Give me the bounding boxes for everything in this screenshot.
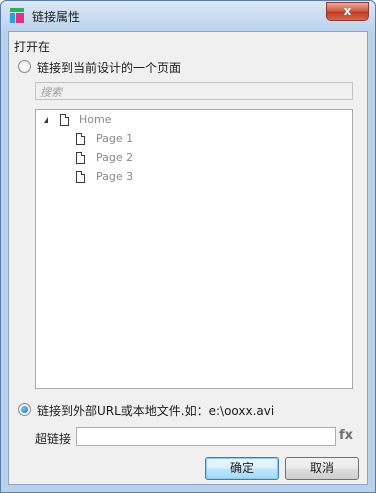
tree-item-page-1[interactable]: Page 1 xyxy=(76,130,196,148)
page-icon xyxy=(76,171,85,183)
dialog-title: 链接属性 xyxy=(32,10,81,24)
title-bar[interactable]: 链接属性 x xyxy=(1,1,375,31)
cancel-button[interactable]: 取消 xyxy=(285,457,359,480)
tree-item-page-2[interactable]: Page 2 xyxy=(76,149,196,167)
app-logo-icon xyxy=(10,8,24,23)
tree-item-label: Home xyxy=(79,113,112,126)
close-icon: x xyxy=(343,4,352,18)
page-icon xyxy=(60,114,69,126)
radio-link-to-url-label[interactable]: 链接到外部URL或本地文件.如：e:\ooxx.avi xyxy=(37,402,274,419)
hyperlink-label: 超链接 xyxy=(35,432,72,446)
open-in-label: 打开在 xyxy=(14,40,51,54)
link-properties-dialog: 链接属性 x 打开在 链接到当前设计的一个页面 搜索 Home Page 1 P… xyxy=(0,0,376,493)
page-icon xyxy=(76,133,85,145)
close-button[interactable]: x xyxy=(326,2,369,21)
tree-item-page-3[interactable]: Page 3 xyxy=(76,168,196,186)
tree-item-home[interactable]: Home xyxy=(42,111,162,129)
search-input[interactable]: 搜索 xyxy=(35,82,353,100)
ok-button[interactable]: 确定 xyxy=(205,457,279,480)
tree-item-label: Page 3 xyxy=(96,170,134,183)
tree-item-label: Page 1 xyxy=(96,132,134,145)
collapse-triangle-icon[interactable] xyxy=(44,117,48,123)
fx-function-button[interactable]: fx xyxy=(339,428,353,443)
radio-link-to-page[interactable] xyxy=(18,60,31,73)
hyperlink-input[interactable] xyxy=(76,427,336,446)
page-icon xyxy=(76,152,85,164)
radio-link-to-page-label[interactable]: 链接到当前设计的一个页面 xyxy=(37,59,181,76)
tree-item-label: Page 2 xyxy=(96,151,134,164)
page-tree[interactable]: Home Page 1 Page 2 Page 3 xyxy=(35,109,353,389)
radio-link-to-url[interactable] xyxy=(18,403,31,416)
dialog-body: 打开在 链接到当前设计的一个页面 搜索 Home Page 1 Page 2 P… xyxy=(8,31,368,485)
